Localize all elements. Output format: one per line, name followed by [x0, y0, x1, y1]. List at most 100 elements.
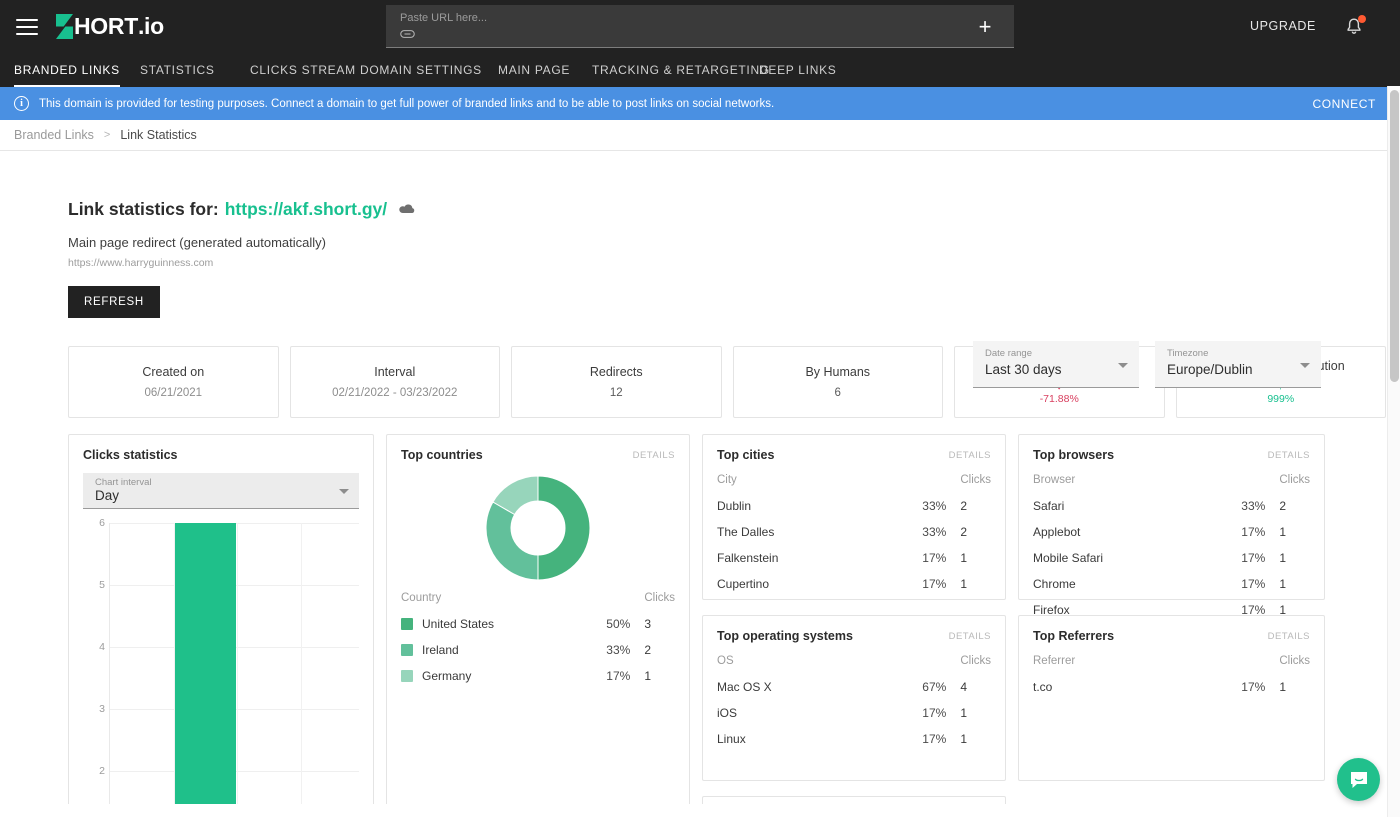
clicks-bar-chart: 23456: [83, 517, 359, 804]
link-icon: [400, 29, 415, 39]
top-os-header: Top operating systems DETAILS: [717, 629, 991, 643]
timezone-select[interactable]: Timezone Europe/Dublin: [1155, 341, 1321, 388]
tab-deep-links[interactable]: DEEP LINKS: [759, 53, 836, 87]
top-browsers-details-link[interactable]: DETAILS: [1268, 450, 1310, 461]
top-countries-details-link[interactable]: DETAILS: [633, 450, 675, 461]
refresh-button[interactable]: REFRESH: [68, 286, 160, 318]
table-row: Applebot17%1: [1033, 519, 1310, 545]
top-browsers-title: Top browsers: [1033, 448, 1114, 462]
stat-card-caption: Redirects: [590, 365, 643, 379]
y-axis-tick-label: 5: [83, 579, 105, 591]
cell-name: Chrome: [1033, 571, 1225, 597]
donut-segment[interactable]: [538, 476, 590, 580]
connect-button[interactable]: CONNECT: [1312, 97, 1376, 111]
upgrade-button[interactable]: UPGRADE: [1250, 19, 1316, 33]
bell-icon[interactable]: [1344, 16, 1364, 38]
cell-name: Mobile Safari: [1033, 545, 1225, 571]
cell-percent: 67%: [906, 674, 960, 700]
logo-suffix: .io: [138, 13, 164, 40]
legend-color-swatch: [401, 618, 413, 630]
column-header-clicks: Clicks: [960, 652, 991, 674]
top-cities-panel: Top cities DETAILS CityClicksDublin33%2T…: [702, 434, 1006, 600]
top-countries-table: CountryClicksUnited States50%3Ireland33%…: [401, 589, 675, 689]
stat-card-caption: Interval: [374, 365, 415, 379]
short-link[interactable]: https://akf.short.gy/: [225, 199, 387, 220]
add-link-button[interactable]: +: [974, 17, 996, 39]
paste-url-placeholder: Paste URL here...: [400, 11, 487, 25]
tab-label: DEEP LINKS: [759, 63, 836, 77]
date-range-label: Date range: [985, 347, 1129, 360]
tab-label: STATISTICS: [140, 63, 215, 77]
cell-name: t.co: [1033, 674, 1225, 700]
destination-url: https://www.harryguinness.com: [68, 257, 1386, 269]
cell-clicks: 2: [960, 519, 991, 545]
column-header-percent: [1225, 652, 1279, 674]
cell-clicks: 2: [960, 493, 991, 519]
breadcrumb-parent[interactable]: Branded Links: [14, 128, 94, 142]
top-browsers-table: BrowserClicksSafari33%2Applebot17%1Mobil…: [1033, 471, 1310, 623]
tab-label: BRANDED LINKS: [14, 63, 120, 77]
column-header-clicks: Clicks: [1279, 652, 1310, 674]
table-row: Dublin33%2: [717, 493, 991, 519]
cell-clicks: 1: [1279, 674, 1310, 700]
page-title: Link statistics for: https://akf.short.g…: [68, 199, 1386, 220]
column-header-percent: [906, 652, 960, 674]
top-referrers-header: Top Referrers DETAILS: [1033, 629, 1310, 643]
cell-percent: 17%: [1225, 571, 1279, 597]
column-header-percent: [590, 589, 644, 611]
y-axis-tick-label: 4: [83, 641, 105, 653]
page-subtitle: Main page redirect (generated automatica…: [68, 235, 1386, 250]
cloud-icon[interactable]: [399, 199, 416, 220]
chart-interval-select[interactable]: Chart interval Day: [83, 473, 359, 509]
tab-tracking-retargeting[interactable]: TRACKING & RETARGETING: [592, 53, 770, 87]
main-content: Link statistics for: https://akf.short.g…: [0, 151, 1400, 804]
y-axis-tick-label: 6: [83, 517, 105, 529]
column-header-name: Referrer: [1033, 652, 1225, 674]
cell-percent: 17%: [906, 726, 960, 752]
cell-percent: 50%: [590, 611, 644, 637]
tab-main-page[interactable]: MAIN PAGE: [498, 53, 570, 87]
top-countries-panel: Top countries DETAILS CountryClicksUnite…: [386, 434, 690, 804]
menu-icon[interactable]: [16, 19, 38, 35]
table-row: Germany17%1: [401, 663, 675, 689]
breadcrumb: Branded Links > Link Statistics: [0, 120, 1400, 151]
column-header-name: City: [717, 471, 906, 493]
cell-percent: 33%: [590, 637, 644, 663]
table-row: Mobile Safari17%1: [1033, 545, 1310, 571]
tab-clicks-stream[interactable]: CLICKS STREAM: [250, 53, 356, 87]
stat-card-caption: Created on: [142, 365, 204, 379]
donut-segment[interactable]: [486, 502, 538, 580]
tab-statistics[interactable]: STATISTICS: [140, 53, 215, 87]
chat-launcher-button[interactable]: [1337, 758, 1380, 801]
page-scrollbar[interactable]: [1387, 86, 1400, 817]
paste-url-input[interactable]: Paste URL here... +: [386, 5, 1014, 48]
y-axis-tick-label: 3: [83, 703, 105, 715]
top-cities-details-link[interactable]: DETAILS: [949, 450, 991, 461]
chevron-down-icon: [339, 489, 349, 494]
stat-card-value: 999%: [1267, 393, 1294, 405]
top-os-details-link[interactable]: DETAILS: [949, 631, 991, 642]
cell-percent: 17%: [1225, 519, 1279, 545]
top-cities-table: CityClicksDublin33%2The Dalles33%2Falken…: [717, 471, 991, 597]
table-row: Chrome17%1: [1033, 571, 1310, 597]
top-countries-column: Top countries DETAILS CountryClicksUnite…: [386, 434, 690, 804]
stat-card-value: -71.88%: [1040, 393, 1079, 405]
clicks-statistics-panel: Clicks statistics Chart interval Day 234…: [68, 434, 374, 804]
app-logo[interactable]: HORT.io: [56, 13, 164, 40]
chart-gridline-vertical: [237, 523, 238, 804]
cell-name: Ireland: [401, 637, 590, 663]
tab-label: CLICKS STREAM: [250, 63, 356, 77]
stat-card-value: 02/21/2022 - 03/23/2022: [332, 387, 457, 399]
tab-domain-settings[interactable]: DOMAIN SETTINGS: [360, 53, 482, 87]
date-range-select[interactable]: Date range Last 30 days: [973, 341, 1139, 388]
column-header-percent: [1225, 471, 1279, 493]
chart-bar[interactable]: [175, 523, 236, 804]
scrollbar-thumb[interactable]: [1390, 90, 1399, 382]
tab-branded-links[interactable]: BRANDED LINKS: [14, 53, 120, 87]
table-row: Linux17%1: [717, 726, 991, 752]
cell-clicks: 1: [1279, 519, 1310, 545]
cell-name: United States: [401, 611, 590, 637]
cell-clicks: 2: [644, 637, 675, 663]
top-referrers-details-link[interactable]: DETAILS: [1268, 631, 1310, 642]
top-referrers-title: Top Referrers: [1033, 629, 1114, 643]
